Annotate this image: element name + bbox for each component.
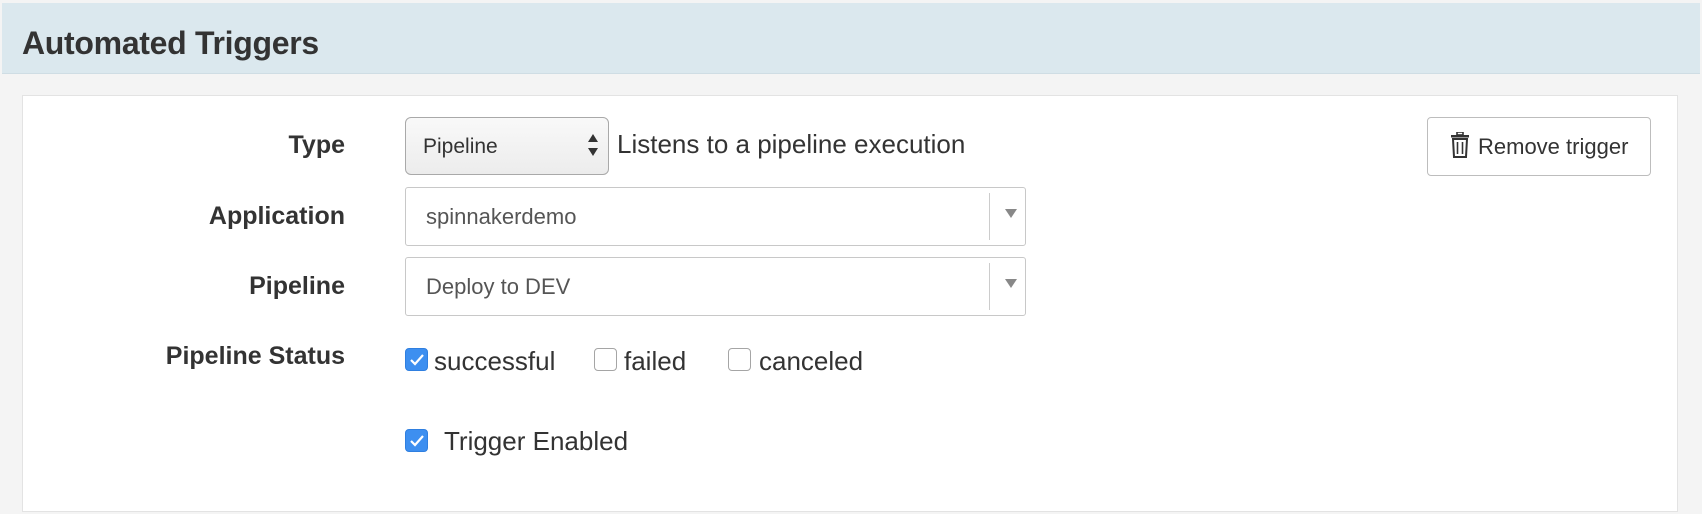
type-label: Type <box>288 131 346 159</box>
type-description: Listens to a pipeline execution <box>617 129 966 159</box>
canceled-checkbox[interactable] <box>728 348 751 371</box>
trigger-enabled-checkbox[interactable] <box>405 429 428 452</box>
section-title: Automated Triggers <box>22 25 319 61</box>
check-icon <box>410 354 424 366</box>
trigger-enabled-label[interactable]: Trigger Enabled <box>444 426 628 457</box>
application-label: Application <box>208 202 345 230</box>
application-value: spinnakerdemo <box>426 204 577 229</box>
failed-label[interactable]: failed <box>624 346 686 377</box>
caret-down-icon <box>1005 209 1017 218</box>
remove-trigger-label: Remove trigger <box>1478 134 1629 159</box>
type-select[interactable]: Pipeline <box>405 117 609 175</box>
application-select[interactable]: spinnakerdemo <box>405 187 1026 246</box>
trash-icon <box>1450 131 1470 164</box>
pipeline-status-label: Pipeline Status <box>165 342 345 370</box>
successful-label[interactable]: successful <box>434 346 555 377</box>
pipeline-value: Deploy to DEV <box>426 274 571 299</box>
remove-trigger-button[interactable]: Remove trigger <box>1427 117 1651 176</box>
pipeline-label: Pipeline <box>249 272 345 300</box>
failed-checkbox[interactable] <box>594 348 617 371</box>
divider <box>989 193 990 240</box>
canceled-label[interactable]: canceled <box>759 346 863 377</box>
successful-checkbox[interactable] <box>405 348 428 371</box>
pipeline-select[interactable]: Deploy to DEV <box>405 257 1026 316</box>
sort-arrows-icon <box>586 130 600 160</box>
divider <box>989 263 990 310</box>
check-icon <box>410 435 424 447</box>
caret-down-icon <box>1005 279 1017 288</box>
type-select-value: Pipeline <box>423 135 498 158</box>
section-header: Automated Triggers <box>2 3 1700 74</box>
